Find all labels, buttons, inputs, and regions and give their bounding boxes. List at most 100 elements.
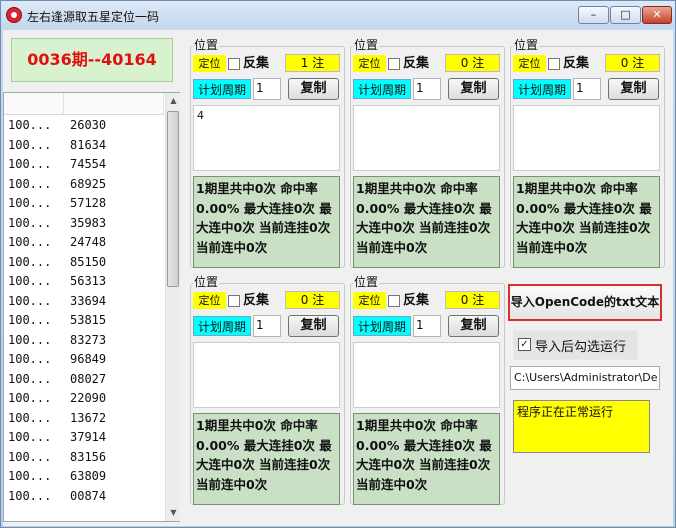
list-scrollbar[interactable]: ▲ ▼: [165, 93, 180, 521]
result-summary: 1期里共中0次 命中率0.00% 最大连挂0次 最大连中0次 当前连挂0次 当前…: [353, 176, 500, 268]
list-row[interactable]: 100... 83156: [4, 448, 164, 468]
list-row[interactable]: 100... 81634: [4, 136, 164, 156]
draw-list[interactable]: 100... 26030 100... 81634 100... 74554 100... 6…: [3, 92, 180, 522]
zhu-count: 0 注: [285, 291, 340, 309]
fanji-label: 反集: [243, 293, 270, 308]
list-row[interactable]: 100... 85150: [4, 253, 164, 273]
scroll-thumb[interactable]: [167, 111, 179, 287]
row-id: 100...: [8, 371, 52, 386]
import-opencode-button[interactable]: 导入OpenCode的txt文本: [508, 284, 662, 321]
numbers-textarea[interactable]: [353, 105, 500, 171]
list-row[interactable]: 100... 57128: [4, 194, 164, 214]
list-row[interactable]: 100... 63809: [4, 467, 164, 487]
fanji-checkbox-box[interactable]: [388, 295, 400, 307]
list-column-1[interactable]: [4, 93, 64, 114]
window-title: 左右逢源取五星定位一码: [27, 10, 160, 24]
position-panel: 位置 定位 反集 0 注计划周期 1 复制 1期里共中0次 命中率0.00% 最大连挂0次 …: [510, 38, 665, 268]
zhu-count: 0 注: [445, 291, 500, 309]
panel-label: 位置: [193, 38, 220, 52]
row-number: 26030: [70, 118, 107, 132]
row-number: 56313: [70, 274, 107, 288]
row-id: 100...: [8, 430, 52, 444]
status-box: 程序正在正常运行: [513, 400, 650, 453]
list-row[interactable]: 100... 00874: [4, 487, 164, 507]
row-number: 22090: [70, 391, 107, 405]
list-row[interactable]: 100... 33694: [4, 292, 164, 312]
numbers-textarea[interactable]: 4: [193, 105, 340, 171]
panel-label: 位置: [513, 38, 540, 52]
position-panel: 位置 定位 反集 0 注计划周期 1 复制 1期里共中0次 命中率0.00% 最大连挂0次 …: [190, 275, 345, 505]
list-row[interactable]: 100... 74554: [4, 155, 164, 175]
numbers-textarea[interactable]: [353, 342, 500, 408]
list-row[interactable]: 100... 35983: [4, 214, 164, 234]
result-summary: 1期里共中0次 命中率0.00% 最大连挂0次 最大连中0次 当前连挂0次 当前…: [513, 176, 660, 268]
plan-period-input[interactable]: 1: [573, 78, 601, 100]
title-bar[interactable]: 左右逢源取五星定位一码 – □ ✕: [1, 1, 675, 29]
fanji-checkbox-box[interactable]: [228, 58, 240, 70]
fanji-checkbox-box[interactable]: [548, 58, 560, 70]
position-panel: 位置 定位 反集 1 注计划周期 1 复制 4 1期里共中0次 命中率0.00% 最大连挂0次…: [190, 38, 345, 268]
copy-button[interactable]: 复制: [288, 315, 339, 337]
list-row[interactable]: 100... 08027: [4, 370, 164, 390]
zhu-count: 0 注: [605, 54, 660, 72]
maximize-button[interactable]: □: [610, 6, 641, 24]
copy-button[interactable]: 复制: [288, 78, 339, 100]
row-id: 100...: [8, 157, 52, 171]
plan-period-label: 计划周期: [353, 79, 411, 99]
row-id: 100...: [8, 391, 52, 405]
plan-period-label: 计划周期: [353, 316, 411, 336]
file-path-field[interactable]: C:\Users\Administrator\De: [510, 366, 660, 390]
list-column-2[interactable]: [64, 93, 164, 114]
copy-button[interactable]: 复制: [448, 315, 499, 337]
row-number: 85150: [70, 254, 107, 269]
row-number: 33694: [70, 293, 107, 308]
result-summary: 1期里共中0次 命中率0.00% 最大连挂0次 最大连中0次 当前连挂0次 当前…: [193, 413, 340, 505]
fanji-checkbox[interactable]: 反集: [388, 292, 438, 309]
list-row[interactable]: 100... 56313: [4, 272, 164, 292]
zhu-count: 1 注: [285, 54, 340, 72]
copy-button[interactable]: 复制: [608, 78, 659, 100]
copy-button[interactable]: 复制: [448, 78, 499, 100]
result-summary: 1期里共中0次 命中率0.00% 最大连挂0次 最大连中0次 当前连挂0次 当前…: [353, 413, 500, 505]
row-id: 100...: [8, 352, 52, 366]
list-row[interactable]: 100... 37914: [4, 428, 164, 448]
row-number: 63809: [70, 469, 107, 483]
panel-label: 位置: [193, 275, 220, 289]
list-row[interactable]: 100... 96849: [4, 350, 164, 370]
row-number: 13672: [70, 410, 107, 425]
position-panel: 位置 定位 反集 0 注计划周期 1 复制 1期里共中0次 命中率0.00% 最大连挂0次 …: [350, 38, 505, 268]
row-id: 100...: [8, 332, 52, 347]
plan-period-input[interactable]: 1: [413, 78, 441, 100]
list-row[interactable]: 100... 24748: [4, 233, 164, 253]
fanji-checkbox[interactable]: 反集: [228, 292, 278, 309]
fanji-checkbox[interactable]: 反集: [388, 55, 438, 72]
row-id: 100...: [8, 313, 52, 327]
minimize-button[interactable]: –: [578, 6, 609, 24]
plan-period-input[interactable]: 1: [413, 315, 441, 337]
row-number: 81634: [70, 137, 107, 152]
plan-period-input[interactable]: 1: [253, 315, 281, 337]
fanji-checkbox-box[interactable]: [228, 295, 240, 307]
list-row[interactable]: 100... 68925: [4, 175, 164, 195]
fanji-checkbox[interactable]: 反集: [548, 55, 598, 72]
numbers-textarea[interactable]: [193, 342, 340, 408]
close-button[interactable]: ✕: [642, 6, 672, 24]
plan-period-input[interactable]: 1: [253, 78, 281, 100]
fanji-checkbox-box[interactable]: [388, 58, 400, 70]
client-area: 0036期--40164 100... 26030 100... 81634 100..…: [3, 30, 673, 526]
scroll-down-icon[interactable]: ▼: [166, 505, 181, 521]
auto-run-checkbox[interactable]: ✓: [518, 338, 531, 351]
fanji-checkbox[interactable]: 反集: [228, 55, 278, 72]
numbers-textarea[interactable]: [513, 105, 660, 171]
dingwei-label: 定位: [193, 55, 226, 72]
row-id: 100...: [8, 449, 52, 464]
list-row[interactable]: 100... 22090: [4, 389, 164, 409]
list-row[interactable]: 100... 13672: [4, 409, 164, 429]
scroll-up-icon[interactable]: ▲: [166, 93, 181, 109]
auto-run-label: 导入后勾选运行: [535, 340, 627, 355]
list-row[interactable]: 100... 26030: [4, 116, 164, 136]
list-row[interactable]: 100... 53815: [4, 311, 164, 331]
list-row[interactable]: 100... 83273: [4, 331, 164, 351]
auto-run-checkbox-row[interactable]: ✓ 导入后勾选运行: [513, 330, 638, 360]
panel-label: 位置: [353, 38, 380, 52]
